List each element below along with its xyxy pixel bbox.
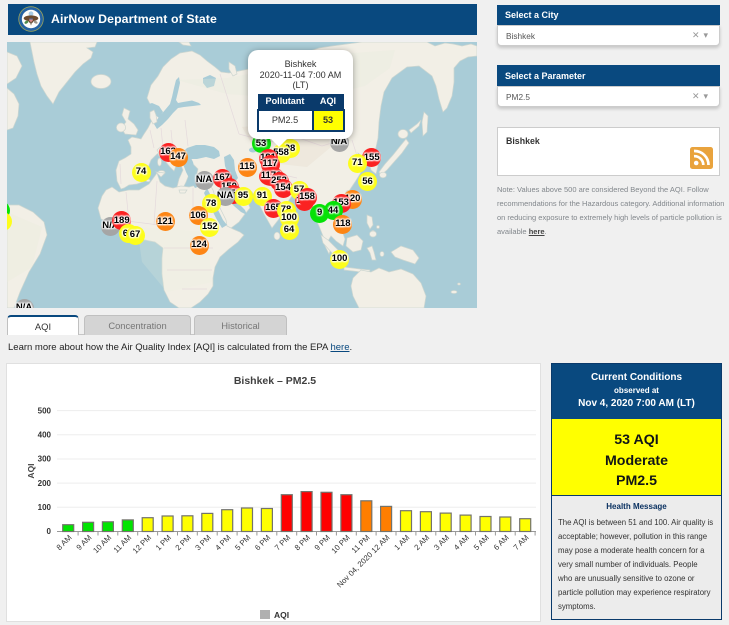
svg-text:8 AM: 8 AM [55,533,74,552]
svg-text:7 AM: 7 AM [512,533,531,552]
svg-text:6 PM: 6 PM [253,533,272,552]
svg-text:200: 200 [38,479,52,488]
svg-text:Bishkek – PM2.5: Bishkek – PM2.5 [234,375,316,387]
svg-text:AQI: AQI [274,610,289,620]
svg-text:12 PM: 12 PM [131,533,153,555]
svg-text:7 PM: 7 PM [273,533,292,552]
svg-text:AQI: AQI [26,463,36,478]
svg-text:3 AM: 3 AM [432,533,451,552]
svg-text:4 AM: 4 AM [452,533,471,552]
svg-text:2 AM: 2 AM [412,533,431,552]
svg-text:4 PM: 4 PM [213,533,232,552]
svg-text:1 PM: 1 PM [154,533,173,552]
svg-text:10 PM: 10 PM [330,533,352,555]
svg-text:1 AM: 1 AM [392,533,411,552]
svg-text:400: 400 [38,431,52,440]
svg-text:5 PM: 5 PM [233,533,252,552]
svg-text:11 AM: 11 AM [112,533,134,555]
svg-text:300: 300 [38,455,52,464]
svg-text:10 AM: 10 AM [91,533,113,555]
svg-text:2 PM: 2 PM [174,533,193,552]
svg-text:6 AM: 6 AM [492,533,511,552]
svg-text:100: 100 [38,503,52,512]
svg-text:8 PM: 8 PM [293,533,312,552]
svg-text:500: 500 [38,406,52,415]
svg-text:0: 0 [47,527,52,536]
svg-text:3 PM: 3 PM [193,533,212,552]
svg-text:5 AM: 5 AM [472,533,491,552]
